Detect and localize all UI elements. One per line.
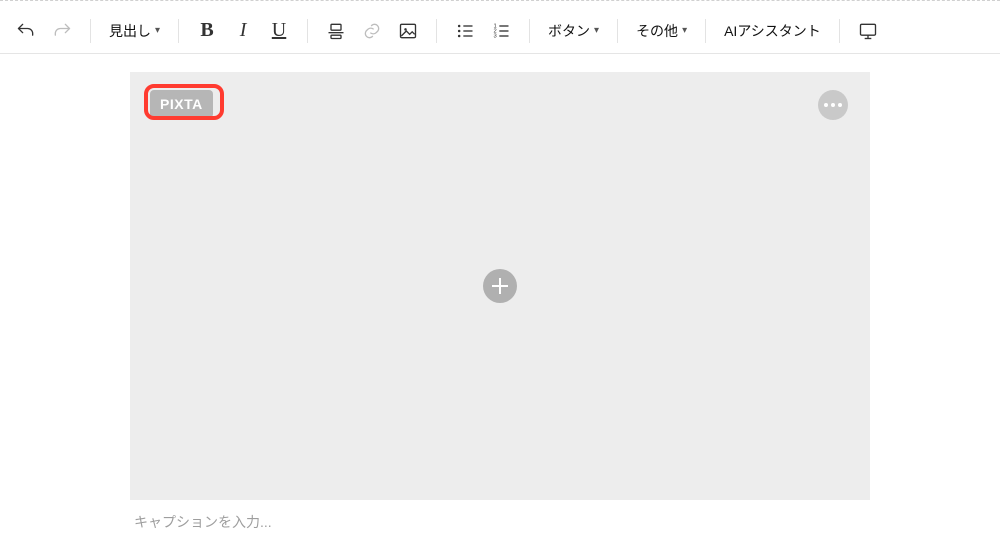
button-dropdown-label: ボタン bbox=[548, 21, 590, 41]
editor-canvas-wrap: PIXTA キャプションを入力... bbox=[130, 72, 870, 532]
blockquote-icon bbox=[326, 21, 346, 41]
unordered-list-icon bbox=[455, 21, 475, 41]
link-icon bbox=[362, 21, 382, 41]
image-placeholder-block[interactable]: PIXTA bbox=[130, 72, 870, 500]
separator bbox=[178, 19, 179, 43]
resize-handle-top[interactable] bbox=[0, 0, 1000, 8]
bold-icon: B bbox=[200, 19, 213, 42]
unordered-list-button[interactable] bbox=[447, 13, 483, 49]
separator bbox=[617, 19, 618, 43]
ai-assistant-label: AIアシスタント bbox=[724, 21, 821, 41]
other-dropdown[interactable]: その他 ▾ bbox=[628, 13, 695, 49]
separator bbox=[529, 19, 530, 43]
caption-input[interactable]: キャプションを入力... bbox=[130, 512, 870, 532]
separator bbox=[839, 19, 840, 43]
chevron-down-icon: ▾ bbox=[682, 25, 687, 36]
chevron-down-icon: ▾ bbox=[155, 25, 160, 36]
chevron-down-icon: ▾ bbox=[594, 25, 599, 36]
bold-button[interactable]: B bbox=[189, 13, 225, 49]
add-content-button[interactable] bbox=[483, 269, 517, 303]
separator bbox=[307, 19, 308, 43]
svg-text:3: 3 bbox=[494, 33, 497, 39]
preview-button[interactable] bbox=[850, 13, 886, 49]
redo-icon bbox=[52, 21, 72, 41]
image-button[interactable] bbox=[390, 13, 426, 49]
separator bbox=[90, 19, 91, 43]
link-button[interactable] bbox=[354, 13, 390, 49]
italic-icon: I bbox=[240, 19, 247, 42]
desktop-icon bbox=[858, 21, 878, 41]
redo-button[interactable] bbox=[44, 13, 80, 49]
underline-button[interactable]: U bbox=[261, 13, 297, 49]
separator bbox=[705, 19, 706, 43]
separator bbox=[436, 19, 437, 43]
other-dropdown-label: その他 bbox=[636, 21, 678, 41]
ordered-list-button[interactable]: 1 2 3 bbox=[483, 13, 519, 49]
undo-icon bbox=[16, 21, 36, 41]
ai-assistant-button[interactable]: AIアシスタント bbox=[716, 13, 829, 49]
underline-icon: U bbox=[272, 19, 286, 42]
blockquote-button[interactable] bbox=[318, 13, 354, 49]
image-icon bbox=[398, 21, 418, 41]
button-dropdown[interactable]: ボタン ▾ bbox=[540, 13, 607, 49]
more-icon bbox=[824, 103, 842, 107]
heading-label: 見出し bbox=[109, 21, 151, 41]
ordered-list-icon: 1 2 3 bbox=[491, 21, 511, 41]
heading-dropdown[interactable]: 見出し ▾ bbox=[101, 13, 168, 49]
undo-button[interactable] bbox=[8, 13, 44, 49]
block-more-button[interactable] bbox=[818, 90, 848, 120]
italic-button[interactable]: I bbox=[225, 13, 261, 49]
editor-toolbar: 見出し ▾ B I U bbox=[0, 8, 1000, 54]
pixta-tag[interactable]: PIXTA bbox=[150, 90, 213, 118]
